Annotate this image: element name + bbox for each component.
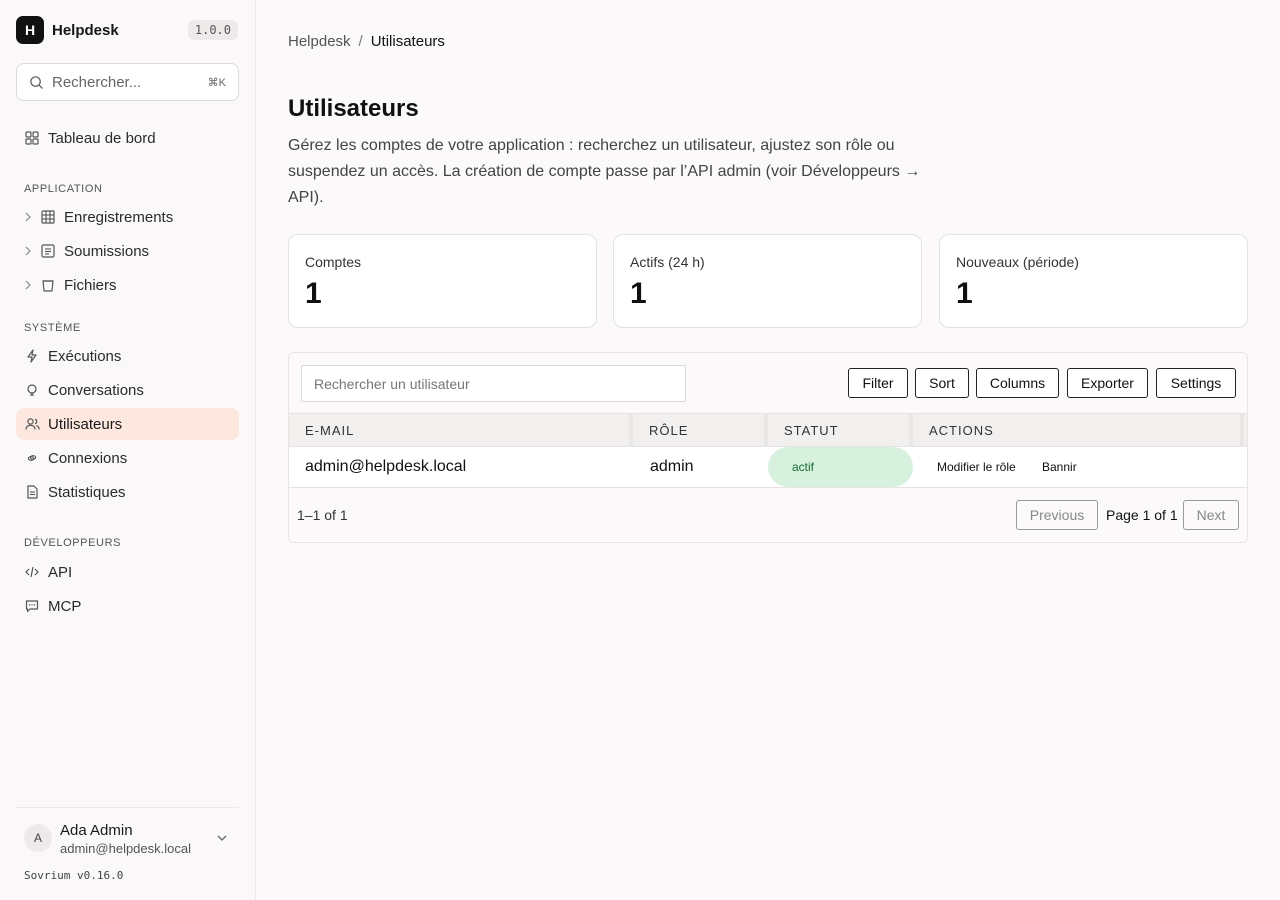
sidebar-item-files[interactable]: Fichiers: [16, 269, 239, 301]
stat-card-active: Actifs (24 h) 1: [613, 234, 922, 328]
row-count: 1–1 of 1: [297, 507, 348, 523]
sidebar-item-conversations[interactable]: Conversations: [16, 374, 239, 406]
app-name[interactable]: Helpdesk: [52, 22, 119, 39]
stat-value: 1: [956, 277, 973, 310]
page-info: Page 1 of 1: [1106, 507, 1178, 523]
sidebar-item-api[interactable]: API: [16, 556, 239, 588]
document-icon: [24, 484, 40, 500]
page-description: Gérez les comptes de votre application :…: [288, 137, 921, 206]
search-shortcut: ⌘K: [207, 76, 226, 89]
sidebar-item-executions[interactable]: Exécutions: [16, 340, 239, 372]
columns-button[interactable]: Columns: [976, 368, 1059, 398]
filter-button[interactable]: Filter: [848, 368, 908, 398]
user-search-input[interactable]: [301, 365, 686, 402]
user-email: admin@helpdesk.local: [60, 841, 191, 856]
cell-email: admin@helpdesk.local: [305, 458, 467, 475]
sidebar-item-label: Statistiques: [48, 483, 126, 501]
export-button[interactable]: Exporter: [1067, 368, 1148, 398]
table-row[interactable]: admin@helpdesk.local admin actif Modifie…: [289, 447, 1247, 488]
change-role-button[interactable]: Modifier le rôle: [937, 447, 1016, 487]
sidebar-item-label: Connexions: [48, 449, 128, 467]
app-logo: H: [16, 16, 44, 44]
breadcrumb-root[interactable]: Helpdesk: [288, 33, 351, 50]
column-header-actions: ACTIONS: [913, 414, 1244, 447]
sidebar-item-statistics[interactable]: Statistiques: [16, 476, 239, 508]
breadcrumb-separator: /: [358, 33, 363, 50]
chevron-right-icon[interactable]: [22, 246, 34, 256]
sidebar-item-label: MCP: [48, 597, 82, 615]
user-name: Ada Admin: [60, 822, 133, 839]
section-label-system: SYSTÈME: [24, 322, 81, 334]
brand: H Helpdesk 1.0.0: [16, 16, 238, 44]
sidebar: H Helpdesk 1.0.0 ⌘K Tableau de bord APPL…: [0, 0, 256, 900]
next-button[interactable]: Next: [1183, 500, 1239, 530]
column-header-status[interactable]: STATUT: [768, 414, 913, 447]
search-input[interactable]: [52, 73, 192, 91]
section-label-developers: DÉVELOPPEURS: [24, 537, 122, 549]
bot-icon: [24, 382, 40, 398]
settings-button[interactable]: Settings: [1156, 368, 1236, 398]
users-icon: [24, 416, 40, 432]
previous-button[interactable]: Previous: [1016, 500, 1098, 530]
chevron-right-icon[interactable]: [22, 280, 34, 290]
section-label-application: APPLICATION: [24, 183, 103, 195]
footer-version: Sovrium v0.16.0: [24, 869, 124, 882]
stat-value: 1: [630, 277, 647, 310]
cell-role: admin: [650, 458, 694, 475]
sidebar-item-connections[interactable]: Connexions: [16, 442, 239, 474]
grid-icon: [24, 130, 40, 146]
user-menu[interactable]: A Ada Admin admin@helpdesk.local: [16, 807, 239, 856]
chevron-right-icon[interactable]: [22, 212, 34, 222]
column-header-role[interactable]: RÔLE: [633, 414, 768, 447]
sidebar-item-mcp[interactable]: MCP: [16, 590, 239, 622]
breadcrumb: Helpdesk / Utilisateurs: [288, 33, 445, 50]
sidebar-search[interactable]: ⌘K: [16, 63, 239, 101]
message-icon: [24, 598, 40, 614]
users-table: Filter Sort Columns Exporter Settings E-…: [288, 352, 1248, 543]
table-icon: [40, 209, 56, 225]
stat-card-accounts: Comptes 1: [288, 234, 597, 328]
sidebar-item-label: Soumissions: [64, 242, 150, 260]
avatar: A: [24, 824, 52, 852]
search-icon: [30, 75, 43, 89]
column-header-email[interactable]: E-MAIL: [289, 414, 633, 447]
sidebar-item-label: Conversations: [48, 381, 144, 399]
sidebar-item-label: Fichiers: [64, 276, 117, 294]
breadcrumb-current: Utilisateurs: [370, 33, 445, 50]
sidebar-item-users[interactable]: Utilisateurs: [16, 408, 239, 440]
lightning-icon: [24, 348, 40, 364]
stat-label: Actifs (24 h): [630, 254, 705, 270]
sidebar-item-dashboard[interactable]: Tableau de bord: [16, 122, 239, 154]
sidebar-item-records[interactable]: Enregistrements: [16, 201, 239, 233]
sort-button[interactable]: Sort: [915, 368, 969, 398]
sidebar-item-label: Exécutions: [48, 347, 122, 365]
sidebar-item-label: API: [48, 563, 73, 581]
form-icon: [40, 243, 56, 259]
sidebar-item-submissions[interactable]: Soumissions: [16, 235, 239, 267]
page-title: Utilisateurs: [288, 95, 419, 122]
table-header: E-MAIL RÔLE STATUT ACTIONS: [289, 413, 1247, 447]
sidebar-item-label: Utilisateurs: [48, 415, 123, 433]
ban-button[interactable]: Bannir: [1042, 447, 1077, 487]
sidebar-item-label: Enregistrements: [64, 208, 174, 226]
chevron-down-icon[interactable]: [216, 832, 228, 844]
stat-value: 1: [305, 277, 322, 310]
sidebar-item-label: Tableau de bord: [48, 129, 156, 147]
stat-card-new: Nouveaux (période) 1: [939, 234, 1248, 328]
app-version-badge: 1.0.0: [187, 20, 238, 40]
stat-label: Nouveaux (période): [956, 254, 1079, 270]
code-icon: [24, 564, 40, 580]
status-badge: actif: [768, 447, 913, 487]
link-icon: [24, 450, 40, 466]
stat-label: Comptes: [305, 254, 362, 270]
bucket-icon: [40, 277, 56, 293]
